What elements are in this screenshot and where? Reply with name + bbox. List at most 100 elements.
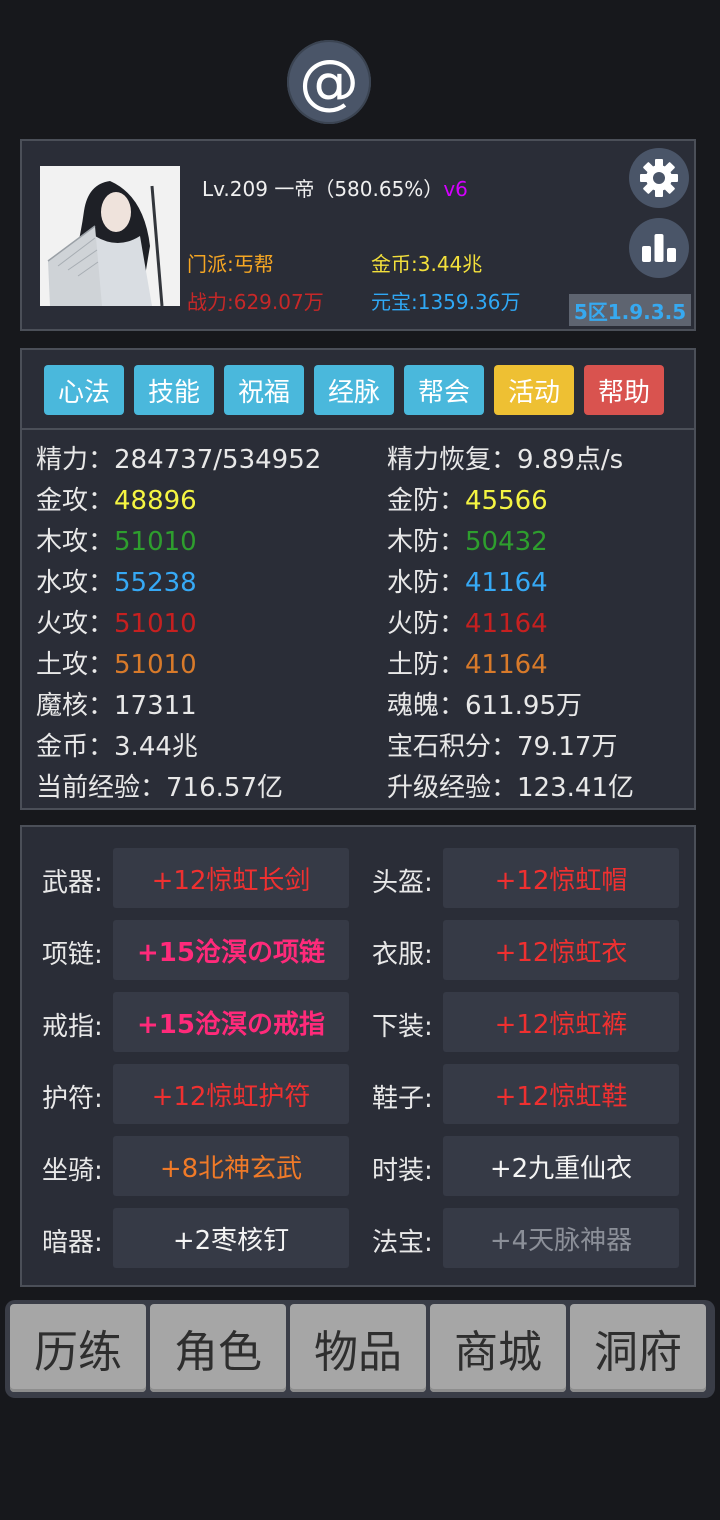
menu-label: 技能 — [147, 377, 200, 408]
stat-label: 木防： — [387, 527, 466, 557]
slot-label-shoes: 鞋子: — [372, 1084, 433, 1114]
stat-label: 当前经验： — [36, 773, 167, 803]
gear-icon — [640, 159, 678, 197]
stat-label: 金攻： — [36, 486, 115, 516]
stat-value: 41164 — [465, 568, 548, 598]
slot-label-amulet: 护符: — [42, 1084, 103, 1114]
at-icon: @ — [299, 47, 359, 117]
stat-value: 9.89点/s — [517, 445, 624, 475]
stat-value: 284737/534952 — [114, 445, 322, 475]
power-text: 战力:629.07万 — [187, 290, 324, 314]
menu-button-events[interactable]: 活动 — [494, 365, 574, 415]
sect-text: 门派:丐帮 — [187, 252, 274, 276]
tab-items[interactable]: 物品 — [290, 1304, 426, 1392]
level-text: Lv.209 一帝（580.65%） — [202, 177, 444, 201]
yuanbao-text: 元宝:1359.36万 — [371, 290, 521, 314]
equip-slot-artifact[interactable]: +4天脉神器 — [443, 1208, 679, 1268]
stat-gem-points: 宝石积分：79.17万 — [387, 726, 617, 763]
gold-text: 金币:3.44兆 — [371, 252, 483, 276]
stat-label: 升级经验： — [387, 773, 518, 803]
bottom-tab-bar: 历练 角色 物品 商城 洞府 — [5, 1300, 715, 1398]
vip-badge: v6 — [443, 177, 468, 201]
server-version: 5区1.9.3.5 — [569, 294, 691, 326]
menu-button-guild[interactable]: 帮会 — [404, 365, 484, 415]
slot-label-necklace: 项链: — [42, 940, 103, 970]
equip-slot-shoes[interactable]: +12惊虹鞋 — [443, 1064, 679, 1124]
stat-value: 123.41亿 — [517, 773, 634, 803]
stat-label: 宝石积分： — [387, 732, 518, 762]
slot-label-artifact: 法宝: — [372, 1228, 433, 1258]
stat-water-defense: 水防：41164 — [387, 562, 548, 599]
stat-label: 精力恢复： — [387, 445, 518, 475]
stat-soul: 魂魄：611.95万 — [387, 685, 582, 722]
tab-training[interactable]: 历练 — [10, 1304, 146, 1392]
at-button[interactable]: @ — [287, 40, 371, 124]
menu-label: 帮助 — [597, 377, 650, 408]
equip-slot-fashion[interactable]: +2九重仙衣 — [443, 1136, 679, 1196]
menu-button-xinfa[interactable]: 心法 — [44, 365, 124, 415]
equip-item-name: +12惊虹长剑 — [151, 865, 311, 896]
equip-item-name: +12惊虹鞋 — [494, 1081, 628, 1112]
stat-metal-defense: 金防：45566 — [387, 480, 548, 517]
equip-slot-pants[interactable]: +12惊虹裤 — [443, 992, 679, 1052]
tab-label: 历练 — [34, 1327, 122, 1378]
equip-item-name: +12惊虹衣 — [494, 937, 628, 968]
stat-label: 土攻： — [36, 650, 115, 680]
menu-button-meridians[interactable]: 经脉 — [314, 365, 394, 415]
slot-label-pants: 下装: — [372, 1012, 433, 1042]
menu-button-help[interactable]: 帮助 — [584, 365, 664, 415]
equip-slot-necklace[interactable]: +15沧溟の项链 — [113, 920, 349, 980]
equip-slot-amulet[interactable]: +12惊虹护符 — [113, 1064, 349, 1124]
equip-slot-clothes[interactable]: +12惊虹衣 — [443, 920, 679, 980]
equip-item-name: +12惊虹帽 — [494, 865, 628, 896]
slot-label-hidden-weapon: 暗器: — [42, 1228, 103, 1258]
stat-label: 火防： — [387, 609, 466, 639]
equip-slot-mount[interactable]: +8北神玄武 — [113, 1136, 349, 1196]
bar-chart-icon — [642, 234, 676, 262]
stat-earth-defense: 土防：41164 — [387, 644, 548, 681]
stat-energy: 精力：284737/534952 — [36, 439, 321, 476]
stat-value: 48896 — [114, 486, 197, 516]
avatar[interactable] — [40, 166, 180, 306]
menu-label: 心法 — [57, 377, 110, 408]
stat-wood-defense: 木防：50432 — [387, 521, 548, 558]
equipment-panel: 武器: +12惊虹长剑 头盔: +12惊虹帽 项链: +15沧溟の项链 衣服: … — [20, 825, 696, 1287]
stat-value: 51010 — [114, 650, 197, 680]
stat-fire-defense: 火防：41164 — [387, 603, 548, 640]
menu-label: 经脉 — [327, 377, 380, 408]
menu-button-blessing[interactable]: 祝福 — [224, 365, 304, 415]
tab-label: 洞府 — [594, 1327, 682, 1378]
tab-label: 物品 — [314, 1327, 402, 1378]
function-menu: 心法 技能 祝福 经脉 帮会 活动 帮助 — [22, 350, 694, 430]
equip-slot-ring[interactable]: +15沧溟の戒指 — [113, 992, 349, 1052]
tab-shop[interactable]: 商城 — [430, 1304, 566, 1392]
equip-slot-helmet[interactable]: +12惊虹帽 — [443, 848, 679, 908]
stat-value: 55238 — [114, 568, 197, 598]
slot-label-helmet: 头盔: — [372, 868, 433, 898]
stat-gold: 金币：3.44兆 — [36, 726, 198, 763]
tab-cave[interactable]: 洞府 — [570, 1304, 706, 1392]
stats-panel: 心法 技能 祝福 经脉 帮会 活动 帮助 精力：284737/534952 精力… — [20, 348, 696, 810]
stat-fire-attack: 火攻：51010 — [36, 603, 197, 640]
stat-wood-attack: 木攻：51010 — [36, 521, 197, 558]
stat-label: 魂魄： — [387, 691, 466, 721]
stat-value: 51010 — [114, 609, 197, 639]
slot-label-ring: 戒指: — [42, 1012, 103, 1042]
menu-button-skills[interactable]: 技能 — [134, 365, 214, 415]
settings-button[interactable] — [629, 148, 689, 208]
stat-label: 金防： — [387, 486, 466, 516]
tab-label: 商城 — [454, 1327, 542, 1378]
equip-slot-weapon[interactable]: +12惊虹长剑 — [113, 848, 349, 908]
equip-item-name: +15沧溟の项链 — [137, 937, 325, 968]
ranking-button[interactable] — [629, 218, 689, 278]
level-line: Lv.209 一帝（580.65%）v6 — [202, 173, 468, 202]
stat-value: 716.57亿 — [166, 773, 283, 803]
equip-slot-hidden-weapon[interactable]: +2枣核钉 — [113, 1208, 349, 1268]
stat-label: 金币： — [36, 732, 115, 762]
stat-water-attack: 水攻：55238 — [36, 562, 197, 599]
stat-value: 45566 — [465, 486, 548, 516]
stat-label: 木攻： — [36, 527, 115, 557]
equip-item-name: +12惊虹裤 — [494, 1009, 628, 1040]
equip-item-name: +2九重仙衣 — [489, 1153, 633, 1184]
tab-character[interactable]: 角色 — [150, 1304, 286, 1392]
